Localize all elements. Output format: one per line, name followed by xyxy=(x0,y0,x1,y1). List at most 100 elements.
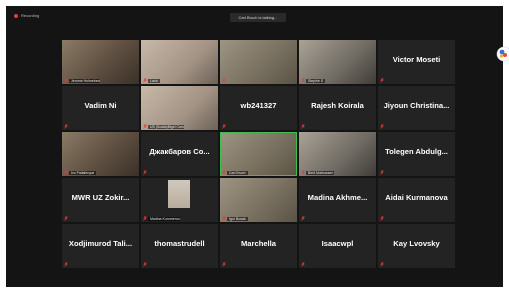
participant-tile[interactable]: Larin xyxy=(141,40,218,84)
participant-tile[interactable]: Vadim Ni xyxy=(62,86,139,130)
participant-tile[interactable]: Ivo Pallaferque xyxy=(62,132,139,176)
tile-footer xyxy=(380,262,384,267)
muted-mic-icon xyxy=(222,78,226,83)
muted-mic-icon xyxy=(222,216,226,221)
participant-name: Xodjimurod Tali... xyxy=(68,239,133,248)
tile-footer: Igor Bosak xyxy=(222,216,248,221)
muted-mic-icon xyxy=(143,78,147,83)
recording-label: Recording xyxy=(21,13,40,18)
tile-footer xyxy=(222,78,226,83)
participant-grid: Jerome Holmebeck Larin Stephie S Victor Mos… xyxy=(62,40,455,268)
recording-indicator[interactable]: Recording xyxy=(14,13,39,18)
participant-tile[interactable]: Jiyoun Christina... xyxy=(378,86,455,130)
participant-tile[interactable]: Stephie S xyxy=(299,40,376,84)
tile-footer xyxy=(222,262,226,267)
participant-caption: Carl Bruch xyxy=(227,170,248,175)
participant-tile[interactable]: Jerome Holmebeck xyxy=(62,40,139,84)
participant-name: Aidai Kurmanova xyxy=(385,193,448,202)
participant-name: Madina Akhme... xyxy=(307,193,368,202)
participant-name: MWR UZ Zokir... xyxy=(71,193,130,202)
tile-footer xyxy=(64,262,68,267)
participant-tile[interactable]: Tolegen Abdulg... xyxy=(378,132,455,176)
participant-caption: Larin xyxy=(148,78,160,83)
participant-tile[interactable]: US (Scalia)Bigel Carlos xyxy=(141,86,218,130)
tile-footer: Carl Bruch xyxy=(222,170,248,175)
muted-mic-icon xyxy=(222,170,226,175)
active-speaker-banner: Carl Bruch is talking... xyxy=(230,13,286,22)
participant-tile[interactable]: Igor Bosak xyxy=(220,178,297,222)
participant-name: Vadim Ni xyxy=(84,101,117,110)
participant-tile[interactable]: Kay Lvovsky xyxy=(378,224,455,268)
tile-footer: Stephie S xyxy=(301,78,326,83)
participant-avatar xyxy=(168,180,190,208)
participant-tile[interactable]: Джакбаров Со... xyxy=(141,132,218,176)
share-screen-icon[interactable] xyxy=(495,46,509,64)
top-bar: Recording Carl Bruch is talking... xyxy=(6,6,503,26)
muted-mic-icon xyxy=(64,262,68,267)
participant-caption: Ivo Pallaferque xyxy=(69,170,96,175)
tile-footer: Larin xyxy=(143,78,160,83)
muted-mic-icon xyxy=(301,216,305,221)
participant-name: Tolegen Abdulg... xyxy=(385,147,448,156)
participant-tile[interactable]: Isaacwpl xyxy=(299,224,376,268)
participant-tile[interactable]: Xodjimurod Tali... xyxy=(62,224,139,268)
participant-tile[interactable]: Madina Kurumerova xyxy=(141,178,218,222)
tile-footer: Ivo Pallaferque xyxy=(64,170,96,175)
participant-name: Kay Lvovsky xyxy=(393,239,440,248)
muted-mic-icon xyxy=(301,124,305,129)
participant-tile[interactable]: Madina Akhme... xyxy=(299,178,376,222)
muted-mic-icon xyxy=(301,262,305,267)
participant-tile[interactable]: Berit Markussen xyxy=(299,132,376,176)
participant-name: Victor Moseti xyxy=(392,55,441,64)
participant-name: thomastrudell xyxy=(154,239,205,248)
muted-mic-icon xyxy=(64,124,68,129)
tile-footer: Berit Markussen xyxy=(301,170,335,175)
tile-footer xyxy=(380,78,384,83)
participant-tile[interactable]: thomastrudell xyxy=(141,224,218,268)
tile-footer xyxy=(301,216,305,221)
participant-caption: US (Scalia)Bigel Carlos xyxy=(148,124,184,129)
participant-tile[interactable]: Rajesh Koirala xyxy=(299,86,376,130)
participant-tile[interactable]: Carl Bruch xyxy=(220,132,297,176)
participant-caption: Stephie S xyxy=(306,78,326,83)
muted-mic-icon xyxy=(380,262,384,267)
muted-mic-icon xyxy=(143,216,147,221)
participant-caption: Igor Bosak xyxy=(227,216,248,221)
participant-tile[interactable]: MWR UZ Zokir... xyxy=(62,178,139,222)
tile-footer: Madina Kurumerova xyxy=(143,216,184,221)
participant-name: Isaacwpl xyxy=(321,239,354,248)
muted-mic-icon xyxy=(222,262,226,267)
tile-footer xyxy=(64,124,68,129)
participant-name: Marchella xyxy=(240,239,277,248)
muted-mic-icon xyxy=(143,170,147,175)
participant-tile[interactable] xyxy=(220,40,297,84)
muted-mic-icon xyxy=(380,124,384,129)
participant-tile[interactable]: wb241327 xyxy=(220,86,297,130)
participant-name: Jiyoun Christina... xyxy=(383,101,450,110)
tile-footer xyxy=(380,170,384,175)
participant-tile[interactable]: Marchella xyxy=(220,224,297,268)
participant-name: Джакбаров Со... xyxy=(149,147,210,156)
participant-tile[interactable]: Aidai Kurmanova xyxy=(378,178,455,222)
meeting-window: Recording Carl Bruch is talking... Jerom… xyxy=(6,6,503,287)
participant-caption: Madina Kurumerova xyxy=(148,216,181,221)
tile-footer: US (Scalia)Bigel Carlos xyxy=(143,124,189,129)
participant-caption: Berit Markussen xyxy=(306,170,334,175)
muted-mic-icon xyxy=(222,124,226,129)
tile-footer xyxy=(143,170,147,175)
tile-footer xyxy=(380,216,384,221)
recording-dot-icon xyxy=(14,13,18,18)
muted-mic-icon xyxy=(380,78,384,83)
muted-mic-icon xyxy=(380,216,384,221)
tile-footer xyxy=(301,262,305,267)
tile-footer xyxy=(143,262,147,267)
tile-footer: Jerome Holmebeck xyxy=(64,78,103,83)
tile-footer xyxy=(301,124,305,129)
muted-mic-icon xyxy=(380,170,384,175)
muted-mic-icon xyxy=(64,216,68,221)
muted-mic-icon xyxy=(64,78,68,83)
muted-mic-icon xyxy=(64,170,68,175)
participant-caption: Jerome Holmebeck xyxy=(69,78,101,83)
participant-tile[interactable]: Victor Moseti xyxy=(378,40,455,84)
participant-name: Rajesh Koirala xyxy=(311,101,364,110)
